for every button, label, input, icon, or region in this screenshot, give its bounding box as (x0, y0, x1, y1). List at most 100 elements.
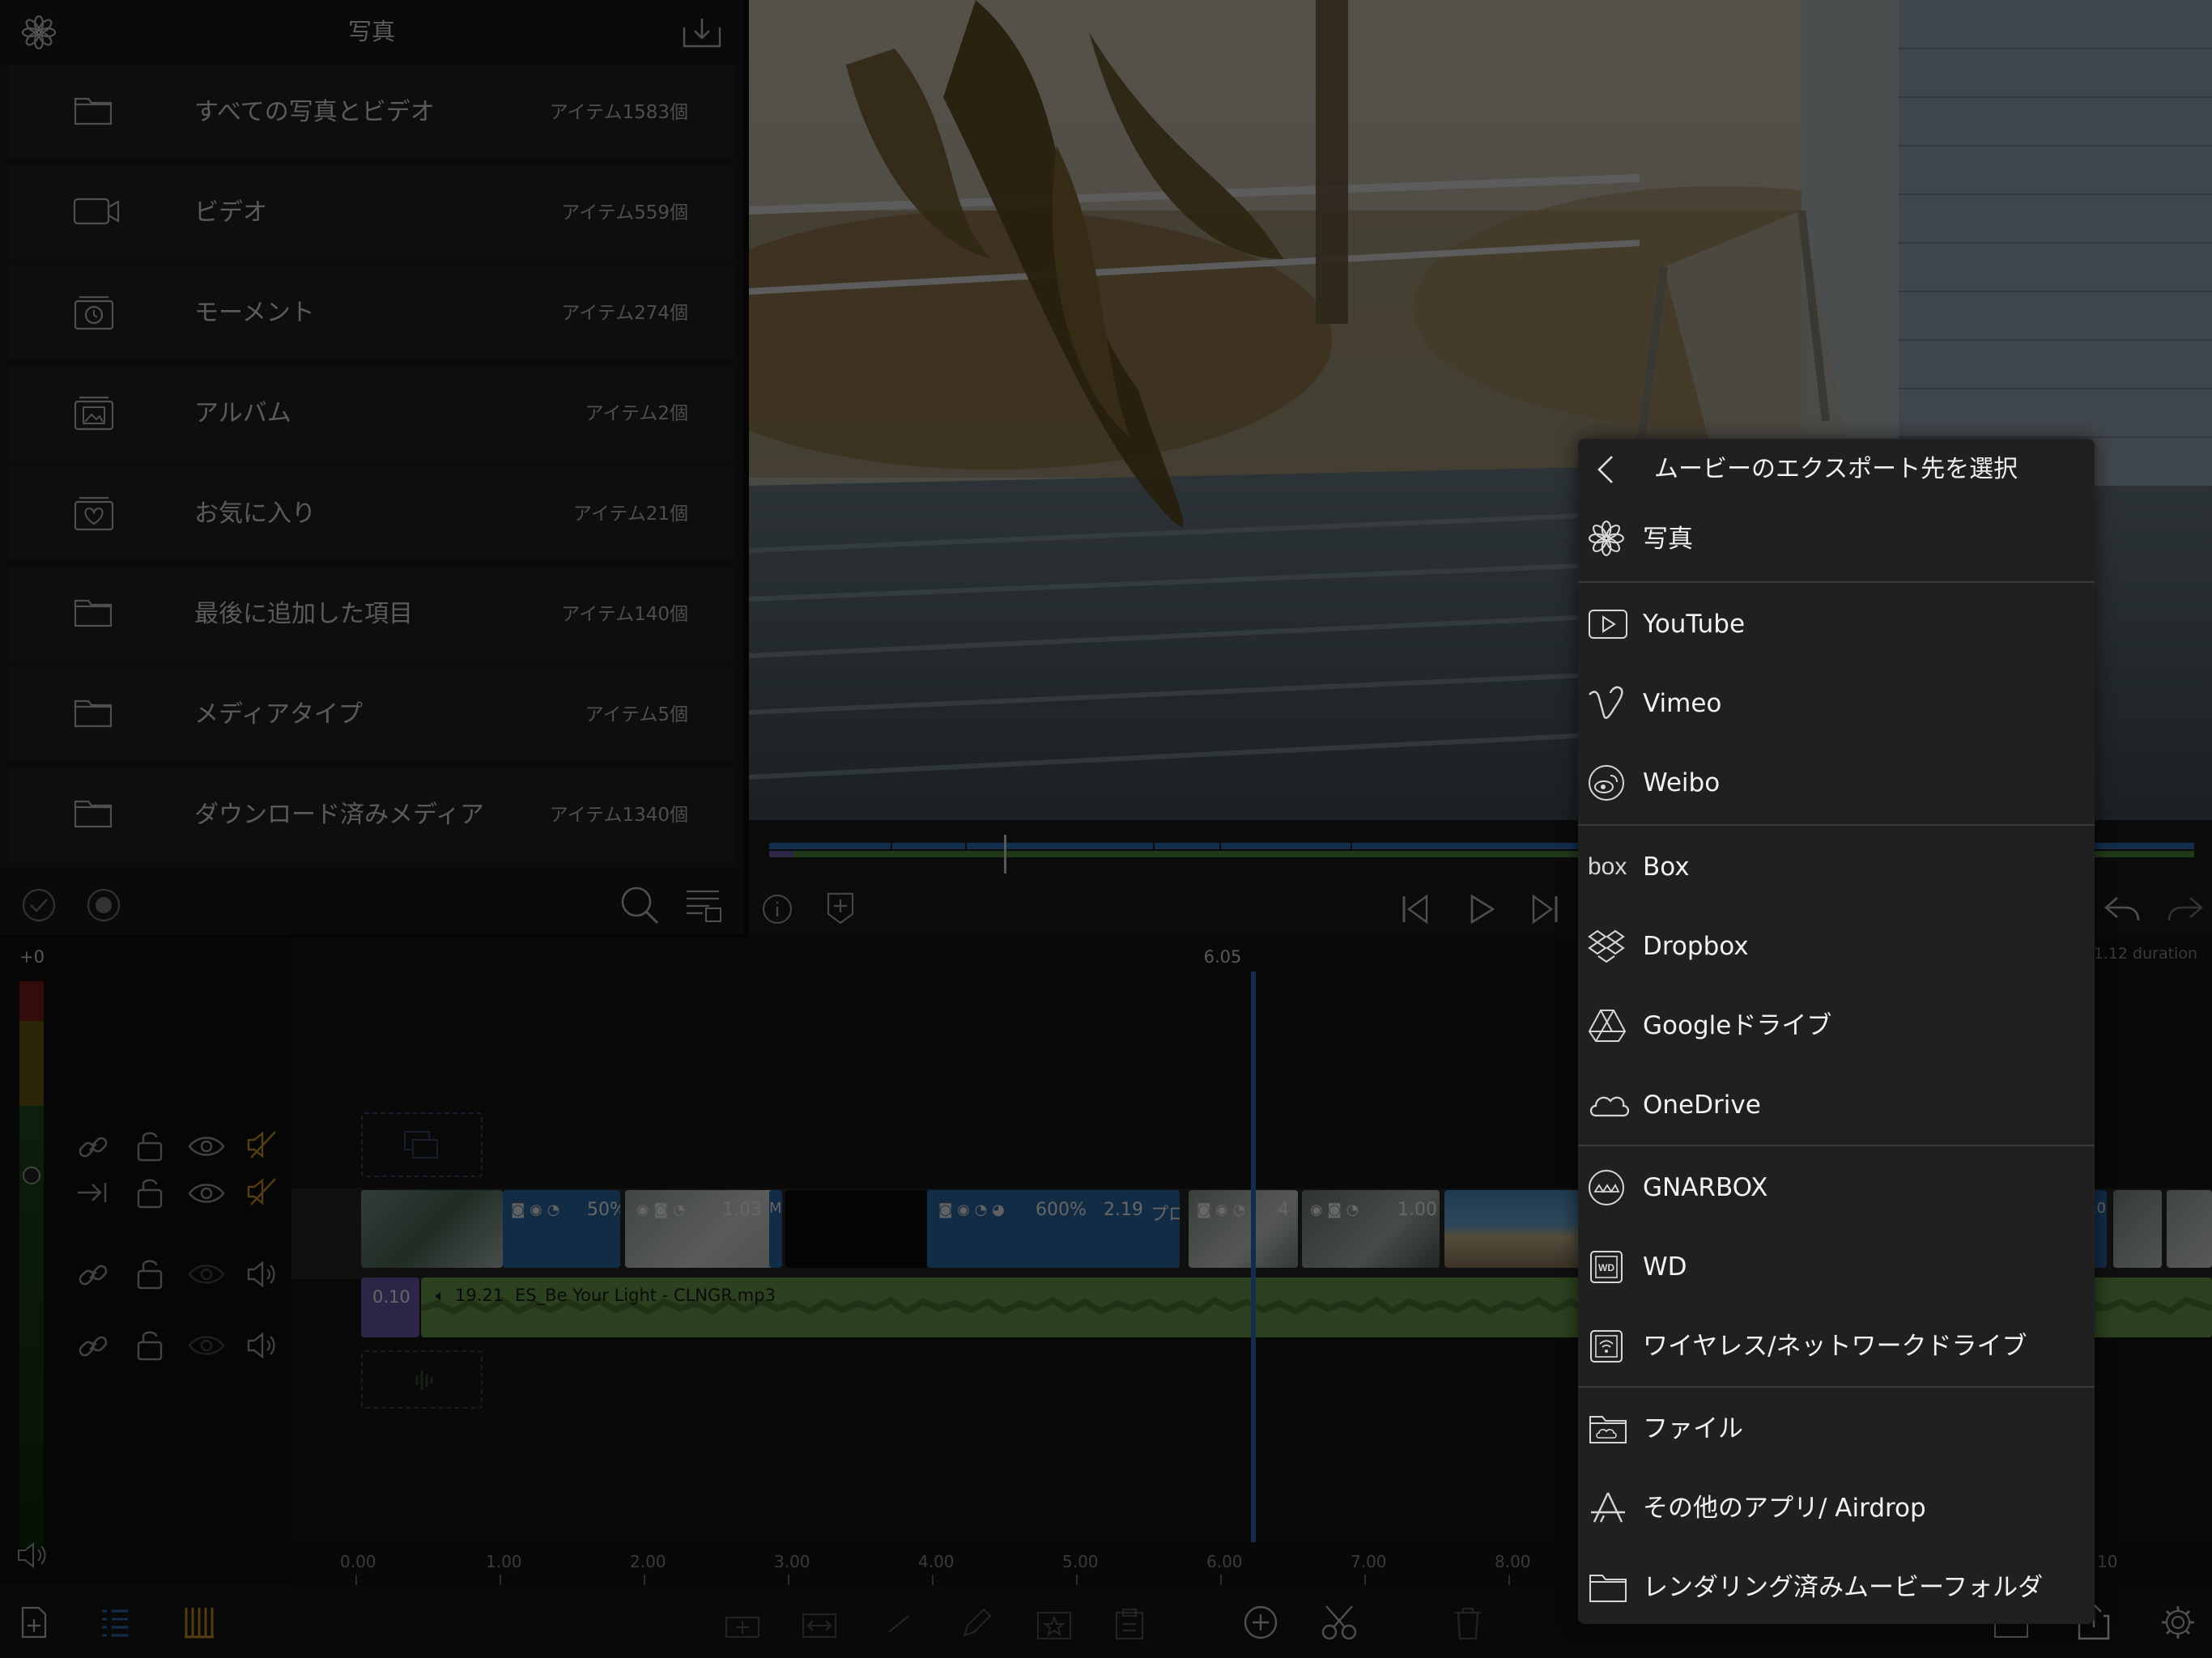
video-clip[interactable]: ◉ ◙ ◔ 1.00 (1302, 1190, 1440, 1268)
video-clip[interactable] (361, 1190, 503, 1268)
export-item-youtube[interactable]: YouTube (1578, 585, 2095, 664)
ruler-tick: 0.00 (340, 1552, 376, 1571)
skip-forward-icon[interactable] (1530, 894, 1559, 925)
export-item-vimeo[interactable]: Vimeo (1578, 664, 2095, 743)
eye-icon[interactable] (188, 1135, 225, 1158)
link-icon[interactable] (76, 1329, 110, 1363)
clip-duration-badge: 2.19 (1104, 1200, 1143, 1220)
ruler-tick: 5.00 (1062, 1552, 1099, 1571)
list-item-label: お気に入り (194, 500, 316, 528)
mute-icon[interactable] (246, 1175, 279, 1208)
export-item-google-drive[interactable]: Googleドライブ (1578, 986, 2095, 1065)
video-clip[interactable] (2113, 1190, 2162, 1268)
timeline-playhead[interactable] (1251, 971, 1256, 1585)
redo-icon[interactable] (2167, 895, 2205, 924)
export-item-wd[interactable]: WD WD (1578, 1227, 2095, 1307)
layout-list-icon[interactable] (99, 1606, 131, 1639)
unlock-icon[interactable] (136, 1129, 164, 1163)
video-clip[interactable]: 50% ◙ ◉ ◔ (503, 1190, 620, 1268)
transition-icon[interactable] (802, 1609, 837, 1639)
export-item-label: 写真 (1643, 525, 1693, 554)
export-item-weibo[interactable]: Weibo (1578, 743, 2095, 823)
clip-effects-icon: ◉ ◙ ◔ (636, 1201, 686, 1218)
sort-list-icon[interactable] (685, 887, 722, 923)
list-item[interactable]: すべての写真とビデオ アイテム1583個 (8, 65, 735, 160)
video-clip[interactable]: M (769, 1190, 782, 1268)
divider (1578, 1386, 2095, 1388)
box-logo-icon: box (1588, 853, 1633, 892)
favorite-clip-icon[interactable] (1036, 1608, 1072, 1640)
clip-duration-badge: 1.00 (1397, 1200, 1437, 1220)
settings-gear-icon[interactable] (2160, 1605, 2196, 1640)
export-item-photos[interactable]: 写真 (1578, 500, 2095, 578)
info-icon[interactable] (761, 893, 793, 925)
eye-icon[interactable] (188, 1182, 225, 1205)
onedrive-cloud-icon (1588, 1086, 1630, 1124)
favorites-icon (73, 495, 115, 531)
pencil-icon[interactable] (959, 1608, 992, 1640)
checkmark-icon[interactable] (21, 887, 57, 923)
export-item-files[interactable]: ファイル (1578, 1389, 2095, 1469)
empty-audio-slot[interactable] (361, 1350, 483, 1409)
search-icon[interactable] (620, 886, 661, 926)
video-clip[interactable] (1444, 1190, 1590, 1268)
video-clip[interactable]: ◙ ◉ ◔ ◕ 600% 2.19 プロ (927, 1190, 1180, 1268)
video-clip[interactable] (2167, 1190, 2212, 1268)
list-item[interactable]: 最後に追加した項目 アイテム140個 (8, 567, 735, 662)
list-item[interactable]: ダウンロード済みメディア アイテム1340個 (8, 767, 735, 863)
trash-icon[interactable] (1453, 1606, 1482, 1640)
link-clips-icon[interactable] (883, 1609, 915, 1639)
export-item-wireless-drive[interactable]: ワイヤレス/ネットワークドライブ (1578, 1307, 2095, 1386)
list-item[interactable]: アルバム アイテム2個 (8, 366, 735, 461)
clip-effects-icon: ◙ ◉ ◔ (1197, 1201, 1246, 1218)
import-icon[interactable] (682, 16, 722, 49)
video-clip[interactable]: ◙ ◉ ◔ 4 (1189, 1190, 1298, 1268)
moments-icon (73, 295, 115, 330)
video-clip[interactable] (785, 1190, 927, 1268)
overlay-icon[interactable] (725, 1609, 760, 1639)
level-knob-icon[interactable] (22, 1166, 41, 1185)
export-item-rendered-folder[interactable]: レンダリング済みムービーフォルダ (1578, 1548, 2095, 1624)
timeline-view-icon[interactable] (183, 1606, 215, 1639)
unlock-icon[interactable] (136, 1175, 164, 1209)
list-item[interactable]: ビデオ アイテム559個 (8, 165, 735, 261)
skip-back-icon[interactable] (1401, 894, 1430, 925)
unlock-icon[interactable] (136, 1256, 164, 1290)
track-arrow-icon[interactable] (76, 1180, 110, 1205)
dropbox-icon (1588, 928, 1625, 965)
export-item-gnarbox[interactable]: GNARBOX (1578, 1148, 2095, 1227)
export-item-onedrive[interactable]: OneDrive (1578, 1065, 2095, 1145)
add-marker-icon[interactable] (826, 891, 855, 925)
record-icon[interactable] (86, 887, 121, 923)
export-item-box[interactable]: box Box (1578, 827, 2095, 907)
export-destination-popover: ムービーのエクスポート先を選択 写真 YouTube Vimeo Weibo b… (1578, 439, 2095, 1624)
undo-icon[interactable] (2103, 895, 2140, 924)
export-item-dropbox[interactable]: Dropbox (1578, 907, 2095, 986)
export-item-other-apps[interactable]: その他のアプリ/ Airdrop (1578, 1469, 2095, 1548)
speaker-icon[interactable] (246, 1258, 279, 1290)
list-item[interactable]: メディアタイプ アイテム5個 (8, 667, 735, 763)
speaker-icon[interactable] (16, 1541, 49, 1570)
unlock-icon[interactable] (136, 1328, 164, 1362)
empty-video-slot[interactable] (361, 1112, 483, 1177)
list-item[interactable]: モーメント アイテム274個 (8, 266, 735, 361)
list-item[interactable]: お気に入り アイテム21個 (8, 466, 735, 562)
list-item-count: アイテム274個 (561, 303, 688, 324)
preview-playhead[interactable] (1004, 835, 1006, 874)
clipboard-icon[interactable] (1113, 1608, 1146, 1640)
mute-icon[interactable] (246, 1129, 279, 1161)
folder-icon (73, 696, 113, 729)
popover-header: ムービーのエクスポート先を選択 (1578, 439, 2095, 500)
play-icon[interactable] (1465, 893, 1498, 925)
video-clip[interactable]: 1.03 ◉ ◙ ◔ (625, 1190, 781, 1268)
speaker-icon[interactable] (246, 1329, 279, 1362)
add-track-icon[interactable] (18, 1606, 50, 1639)
scissors-icon[interactable] (1320, 1603, 1359, 1642)
back-chevron-icon[interactable] (1596, 455, 1615, 484)
ruler-tick: 1.00 (486, 1552, 522, 1571)
audio-fade-region[interactable]: 0.10 (361, 1278, 419, 1337)
export-item-label: Box (1643, 852, 1690, 882)
link-icon[interactable] (76, 1258, 110, 1292)
add-icon[interactable] (1243, 1605, 1278, 1640)
link-icon[interactable] (76, 1130, 110, 1164)
